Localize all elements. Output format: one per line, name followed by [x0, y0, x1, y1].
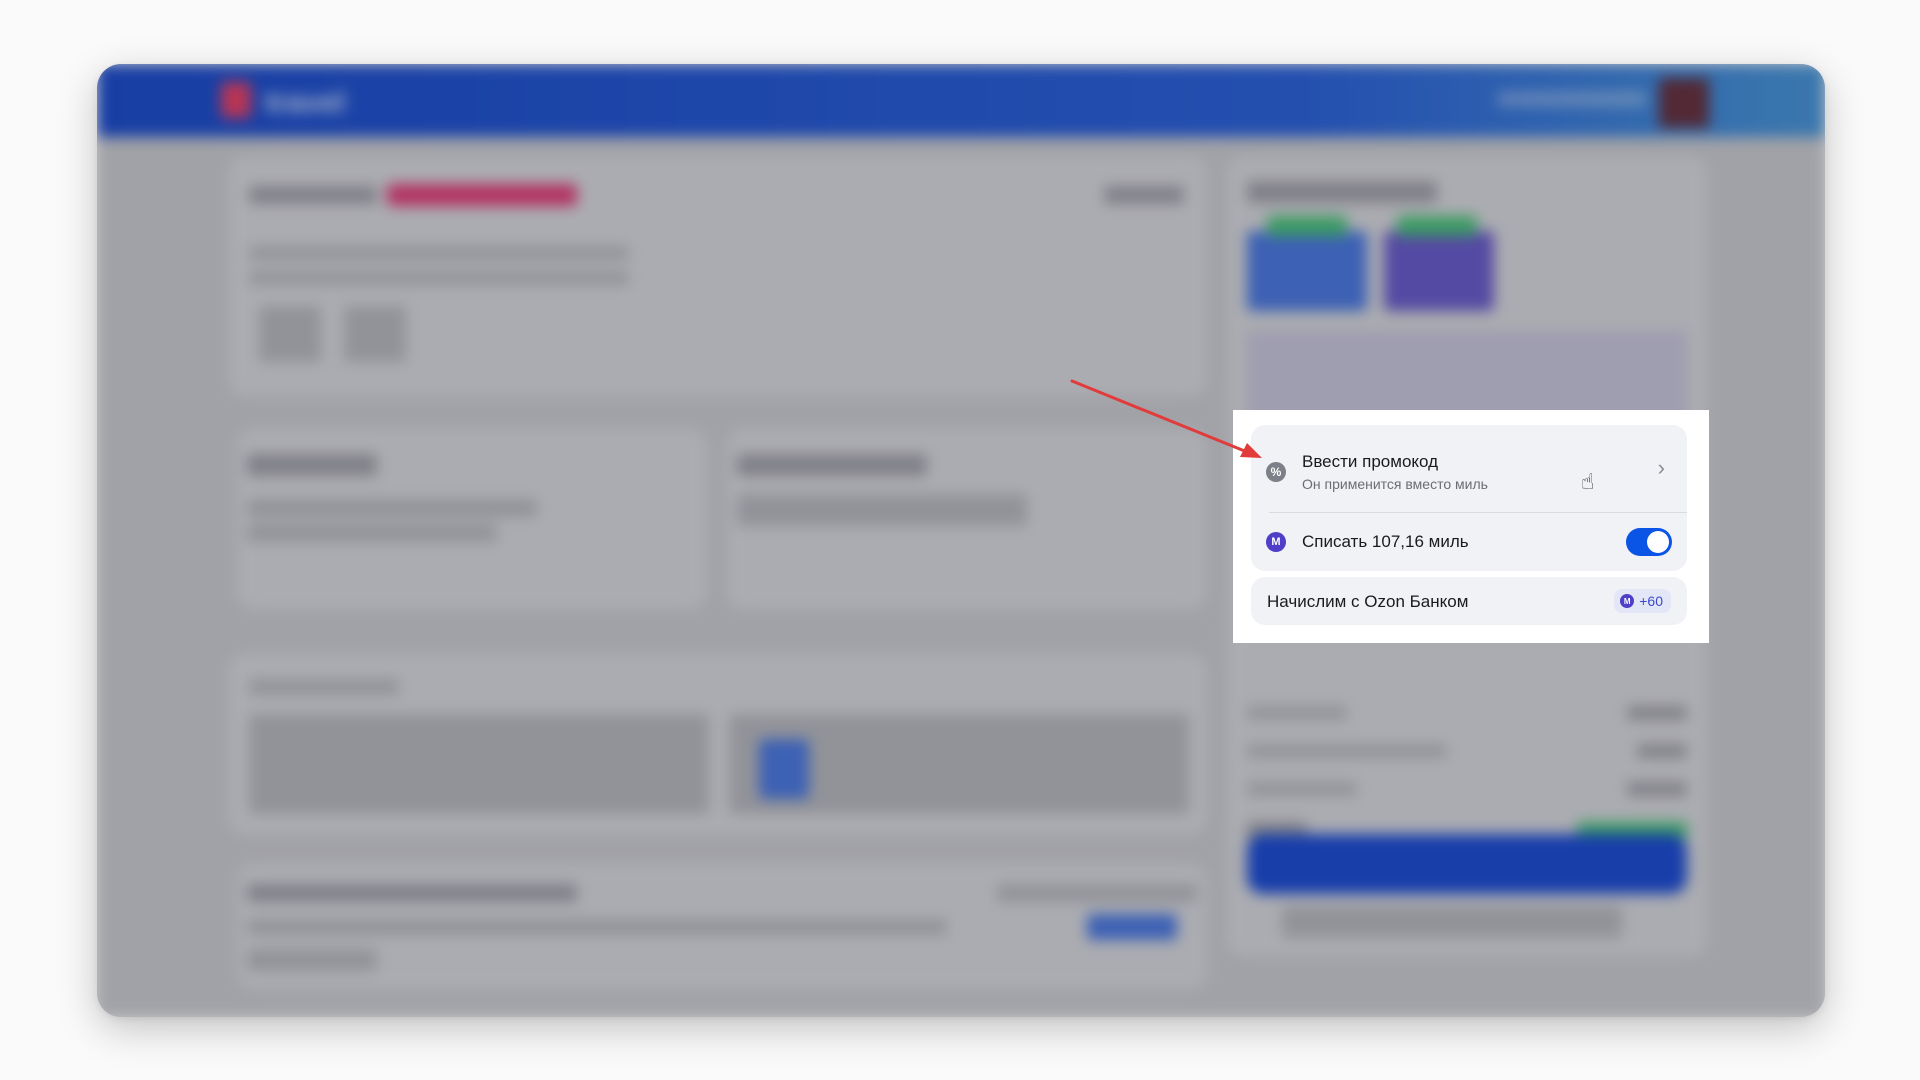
miles-icon: M [1620, 594, 1635, 608]
promo-miles-group: % Ввести промокод Он применится вместо м… [1251, 425, 1687, 571]
promo-title: Ввести промокод [1302, 452, 1439, 471]
toggle-knob [1647, 531, 1669, 553]
promo-subtitle: Он применится вместо миль [1302, 476, 1488, 492]
miles-promo-panel: % Ввести промокод Он применится вместо м… [1233, 410, 1709, 643]
miles-label: Списать 107,16 миль [1302, 532, 1469, 551]
percent-icon: % [1266, 462, 1286, 482]
chevron-right-icon: › [1657, 455, 1665, 480]
miles-icon: M [1266, 532, 1286, 552]
hand-cursor-icon: ☝ [1581, 469, 1595, 494]
miles-row: M Списать 107,16 миль [1251, 513, 1687, 571]
badge-text: +60 [1639, 593, 1663, 609]
bank-label: Начислим с Ozon Банком [1267, 592, 1469, 611]
miles-toggle[interactable] [1626, 528, 1672, 556]
app-window: travel % Ввести промокод Он применится в… [97, 64, 1825, 1017]
ozon-bank-row: Начислим с Ozon Банком M +60 [1251, 577, 1687, 625]
miles-bonus-badge: M +60 [1614, 589, 1671, 613]
promo-code-row[interactable]: % Ввести промокод Он применится вместо м… [1251, 425, 1687, 512]
